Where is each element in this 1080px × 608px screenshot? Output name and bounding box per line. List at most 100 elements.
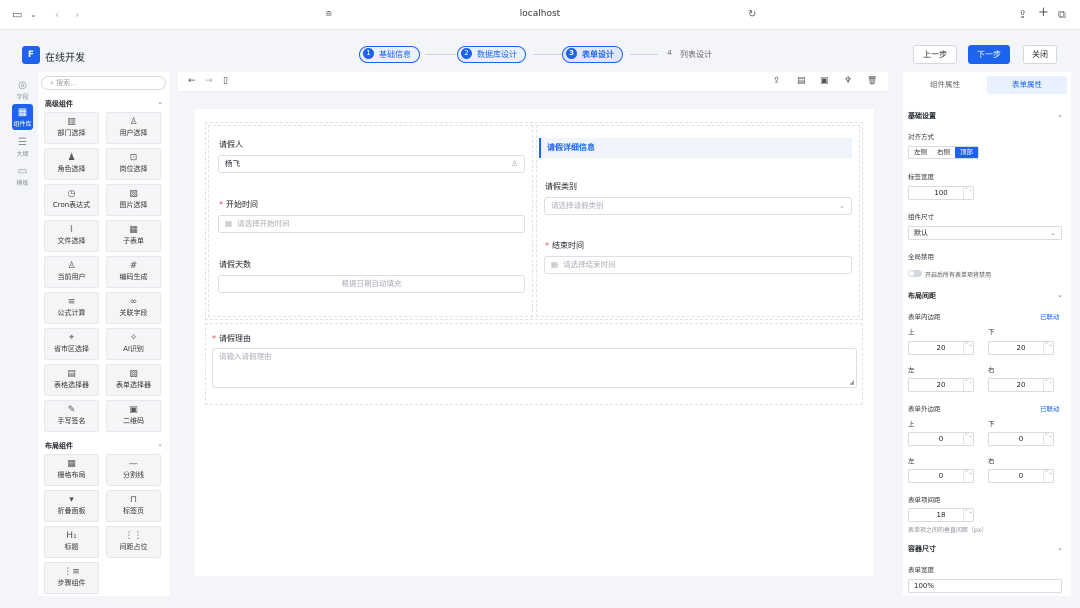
days-input[interactable]: 根据日期自动填充 [218, 275, 525, 293]
chevron-down-icon[interactable]: ⌄ [157, 98, 163, 106]
comp-code-gen[interactable]: # 编码生成 [106, 256, 161, 288]
comp-region-select[interactable]: ⌖ 省市区选择 [44, 328, 99, 360]
section-layout[interactable]: 布局组件 ⌄ [45, 440, 163, 451]
align-top-option[interactable]: 顶部 [955, 147, 978, 158]
new-tab-icon[interactable]: + [1038, 6, 1049, 20]
clean-icon[interactable]: ♆ [844, 75, 852, 87]
comp-cron[interactable]: ◷ Cron表达式 [44, 184, 99, 216]
comp-sub-form[interactable]: ▦ 子表单 [106, 220, 161, 252]
leave-type-select[interactable]: 请选择请假类别 ⌄ [544, 197, 852, 215]
global-disable-toggle[interactable] [908, 270, 922, 277]
tab-component-props[interactable]: 组件属性 [905, 76, 985, 94]
comp-current-user[interactable]: ♙ 当前用户 [44, 256, 99, 288]
forward-icon[interactable]: › [75, 8, 79, 22]
tabs-overview-icon[interactable]: ⧉ [1058, 8, 1066, 22]
chevron-down-icon[interactable]: ⌄ [157, 440, 163, 448]
reader-icon[interactable]: ≘ [325, 8, 333, 22]
inner-pad-top-input[interactable]: 20 ⌃⌄ [908, 341, 974, 355]
inner-pad-bottom-input[interactable]: 20 ⌃⌄ [988, 341, 1054, 355]
reload-icon[interactable]: ↻ [748, 8, 756, 22]
close-button[interactable]: 关闭 [1023, 45, 1057, 64]
upload-icon[interactable]: ⇪ [773, 75, 781, 87]
end-time-picker[interactable]: ▦ 请选择结束时间 [544, 256, 852, 274]
comp-signature[interactable]: ✎ 手写签名 [44, 400, 99, 432]
comp-qrcode[interactable]: ▣ 二维码 [106, 400, 161, 432]
save-icon[interactable]: ▣ [820, 75, 829, 87]
resize-handle-icon[interactable]: ◢ [849, 379, 854, 387]
tab-form-props[interactable]: 表单属性 [987, 76, 1067, 94]
layout-spacing-header[interactable]: 布局间距 ⌄ [908, 291, 1063, 301]
prev-step-button[interactable]: 上一步 [913, 45, 957, 64]
stepper-icon[interactable]: ⌃⌄ [963, 509, 973, 521]
next-step-button[interactable]: 下一步 [968, 45, 1010, 64]
reason-textarea[interactable]: 请输入请假理由 ◢ [212, 348, 857, 388]
comp-image-select[interactable]: ▨ 图片选择 [106, 184, 161, 216]
user-icon[interactable]: ♙ [511, 156, 518, 172]
delete-icon[interactable]: 🗑 [867, 75, 877, 87]
comp-spacer[interactable]: ⋮⋮ 间距占位 [106, 526, 161, 558]
comp-file-select[interactable]: ⌇ 文件选择 [44, 220, 99, 252]
comp-ai-recognize[interactable]: ✧ AI识别 [106, 328, 161, 360]
chevron-down-icon[interactable]: ⌄ [30, 8, 37, 22]
inner-padding-linked-link[interactable]: 已联动 [1040, 311, 1060, 321]
comp-role-select[interactable]: ♟ 角色选择 [44, 148, 99, 180]
address-bar[interactable]: localhost [500, 9, 580, 19]
sidebar-toggle-icon[interactable]: ▭ [12, 8, 22, 22]
comp-tabs[interactable]: ⊓ 标签页 [106, 490, 161, 522]
undo-icon[interactable]: ← [188, 75, 196, 87]
share-icon[interactable]: ⇪ [1018, 8, 1027, 22]
comp-formula[interactable]: ≡ 公式计算 [44, 292, 99, 324]
size-select[interactable]: 默认 ⌄ [908, 226, 1062, 240]
step-db-design[interactable]: 2 数据库设计 [457, 46, 526, 63]
basic-settings-header[interactable]: 基础设置 ⌄ [908, 111, 1063, 121]
outer-pad-bottom-input[interactable]: 0 ⌃⌄ [988, 432, 1054, 446]
outer-pad-left-input[interactable]: 0 ⌃⌄ [908, 469, 974, 483]
comp-linked-field[interactable]: ∞ 关联字段 [106, 292, 161, 324]
outer-pad-top-input[interactable]: 0 ⌃⌄ [908, 432, 974, 446]
stepper-icon[interactable]: ⌃⌄ [1043, 433, 1053, 445]
comp-heading[interactable]: H₁ 标题 [44, 526, 99, 558]
comp-steps[interactable]: ⋮≡ 步骤组件 [44, 562, 99, 594]
container-size-header[interactable]: 容器尺寸 ⌄ [908, 544, 1063, 554]
step-basic-info[interactable]: 1 基础信息 [359, 46, 420, 63]
inner-pad-left-input[interactable]: 20 ⌃⌄ [908, 378, 974, 392]
comp-collapse[interactable]: ▾ 折叠面板 [44, 490, 99, 522]
comp-table-selector[interactable]: ▤ 表格选择器 [44, 364, 99, 396]
label-width-input[interactable]: 100 ⌃⌄ [908, 186, 974, 200]
stepper-icon[interactable]: ⌃⌄ [1043, 342, 1053, 354]
stepper-icon[interactable]: ⌃⌄ [1043, 470, 1053, 482]
mobile-preview-icon[interactable]: ▯ [223, 75, 228, 87]
align-right-option[interactable]: 右侧 [932, 147, 955, 158]
applicant-input[interactable]: 杨飞 ♙ [218, 155, 525, 173]
stepper-icon[interactable]: ⌃⌄ [963, 342, 973, 354]
step-list-design[interactable]: 4 列表设计 [660, 46, 721, 63]
back-icon[interactable]: ‹ [55, 8, 59, 22]
stepper-icon[interactable]: ⌃⌄ [963, 379, 973, 391]
step-form-design[interactable]: 3 表单设计 [562, 46, 623, 63]
form-width-input[interactable]: 100% [908, 579, 1062, 593]
stepper-icon[interactable]: ⌃⌄ [963, 433, 973, 445]
rail-fields[interactable]: ◎ 字段 [12, 77, 33, 103]
rail-templates[interactable]: ▭ 模板 [12, 163, 33, 189]
stepper-icon[interactable]: ⌃⌄ [963, 187, 973, 199]
inner-pad-right-input[interactable]: 20 ⌃⌄ [988, 378, 1054, 392]
section-advanced[interactable]: 高级组件 ⌄ [45, 98, 163, 109]
comp-divider[interactable]: — 分割线 [106, 454, 161, 486]
align-left-option[interactable]: 左侧 [909, 147, 932, 158]
start-time-picker[interactable]: ▦ 请选择开始时间 [218, 215, 525, 233]
comp-form-selector[interactable]: ▧ 表单选择器 [106, 364, 161, 396]
rail-components[interactable]: ▦ 组件库 [12, 104, 33, 130]
outer-pad-right-input[interactable]: 0 ⌃⌄ [988, 469, 1054, 483]
component-search-input[interactable]: ⌕ 搜索... [41, 76, 166, 90]
comp-post-select[interactable]: ⊡ 岗位选择 [106, 148, 161, 180]
comp-grid-layout[interactable]: ▦ 栅格布局 [44, 454, 99, 486]
stepper-icon[interactable]: ⌃⌄ [963, 470, 973, 482]
stepper-icon[interactable]: ⌃⌄ [1043, 379, 1053, 391]
comp-dept-select[interactable]: ▥ 部门选择 [44, 112, 99, 144]
comp-user-select[interactable]: ♙ 用户选择 [106, 112, 161, 144]
redo-icon[interactable]: → [205, 75, 213, 87]
rail-outline[interactable]: ☰ 大纲 [12, 134, 33, 160]
outer-padding-linked-link[interactable]: 已联动 [1040, 403, 1060, 413]
document-icon[interactable]: ▤ [797, 75, 806, 87]
item-gap-input[interactable]: 18 ⌃⌄ [908, 508, 974, 522]
